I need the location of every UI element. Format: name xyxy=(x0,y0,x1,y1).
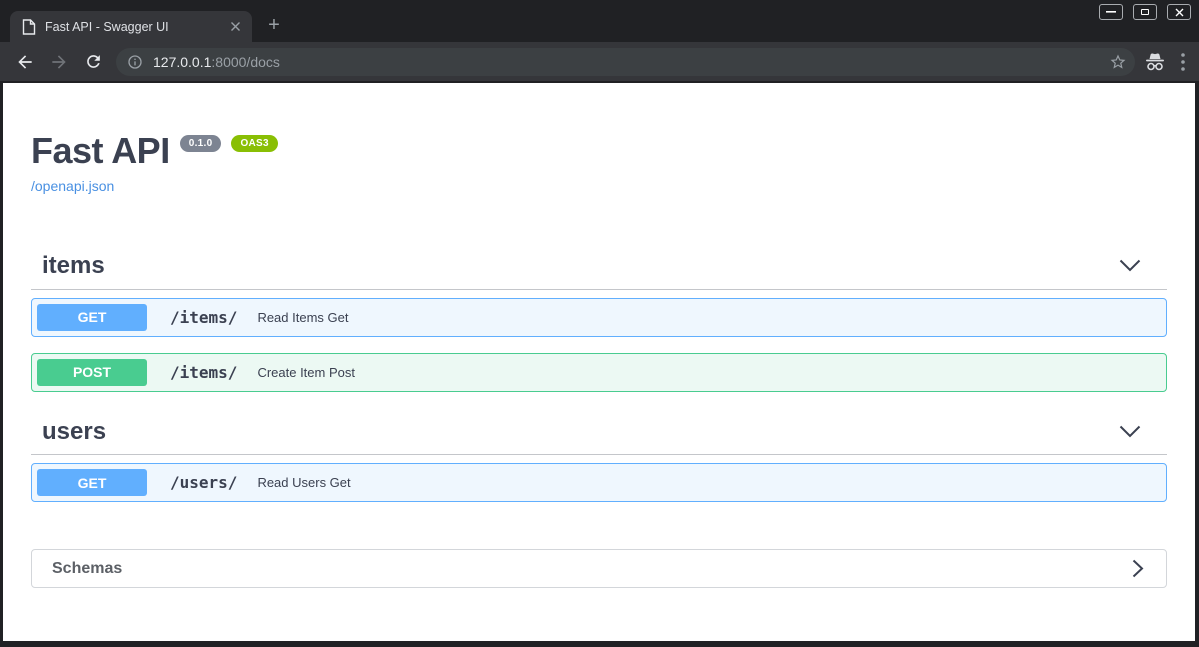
url-host: 127.0.0.1 xyxy=(153,53,212,70)
star-icon[interactable] xyxy=(1109,53,1127,71)
operation-path: /items/ xyxy=(170,307,238,327)
title-bar[interactable]: Fast API - Swagger UI + xyxy=(0,0,1199,42)
tab-title: Fast API - Swagger UI xyxy=(45,19,169,34)
info-icon[interactable] xyxy=(127,54,143,70)
section-items: items GET /items/ Read Items Get POST /i… xyxy=(31,252,1167,392)
schemas-title: Schemas xyxy=(52,559,123,577)
forward-icon[interactable] xyxy=(45,48,73,76)
page-content: Fast API 0.1.0 OAS3 /openapi.json items xyxy=(3,83,1195,641)
section-users: users GET /users/ Read Users Get xyxy=(31,418,1167,503)
maximize-button[interactable] xyxy=(1133,4,1157,20)
operation-path: /items/ xyxy=(170,362,238,382)
operation-get-items[interactable]: GET /items/ Read Items Get xyxy=(31,297,1167,337)
incognito-icon xyxy=(1143,51,1167,73)
chevron-right-icon[interactable] xyxy=(1132,559,1144,578)
window-controls xyxy=(1099,4,1191,20)
operation-path: /users/ xyxy=(170,473,238,493)
reload-icon[interactable] xyxy=(79,48,107,76)
oas3-badge: OAS3 xyxy=(231,135,278,152)
post-method-badge[interactable]: POST xyxy=(37,358,147,386)
section-items-title: items xyxy=(42,252,105,279)
kebab-menu-icon[interactable] xyxy=(1181,52,1185,71)
section-users-title: users xyxy=(42,417,107,445)
get-method-badge[interactable]: GET xyxy=(37,303,147,331)
address-bar[interactable]: 127.0.0.1:8000/docs xyxy=(116,47,1135,76)
operation-summary: Read Items Get xyxy=(257,309,349,325)
browser-tab[interactable]: Fast API - Swagger UI xyxy=(10,11,252,42)
url-text: 127.0.0.1:8000/docs xyxy=(153,54,280,70)
version-badge: 0.1.0 xyxy=(179,135,222,152)
section-items-header[interactable]: items xyxy=(31,252,1167,290)
api-title-text: Fast API xyxy=(31,130,170,171)
browser-window: Fast API - Swagger UI + 127.0.0.1:8000/d… xyxy=(0,0,1199,647)
operation-summary: Read Users Get xyxy=(257,475,351,491)
operation-summary: Create Item Post xyxy=(257,364,355,380)
chevron-down-icon[interactable] xyxy=(1119,425,1141,438)
new-tab-plus-icon[interactable]: + xyxy=(262,13,286,37)
chevron-down-icon[interactable] xyxy=(1119,259,1141,272)
section-users-header[interactable]: users xyxy=(31,418,1167,456)
api-title: Fast API 0.1.0 OAS3 xyxy=(31,133,1167,169)
document-favicon-icon xyxy=(22,18,36,35)
get-method-badge[interactable]: GET xyxy=(37,469,147,497)
schemas-section-header[interactable]: Schemas xyxy=(31,549,1167,589)
url-path: :8000/docs xyxy=(211,53,280,70)
openapi-spec-link[interactable]: /openapi.json xyxy=(31,178,114,194)
back-icon[interactable] xyxy=(11,48,39,76)
api-info: Fast API 0.1.0 OAS3 /openapi.json xyxy=(31,133,1167,196)
operation-get-users[interactable]: GET /users/ Read Users Get xyxy=(31,463,1167,503)
close-button[interactable] xyxy=(1167,4,1191,20)
browser-toolbar: 127.0.0.1:8000/docs xyxy=(0,42,1199,81)
tab-close-icon[interactable] xyxy=(226,18,244,36)
operation-post-items[interactable]: POST /items/ Create Item Post xyxy=(31,352,1167,392)
minimize-button[interactable] xyxy=(1099,4,1123,20)
